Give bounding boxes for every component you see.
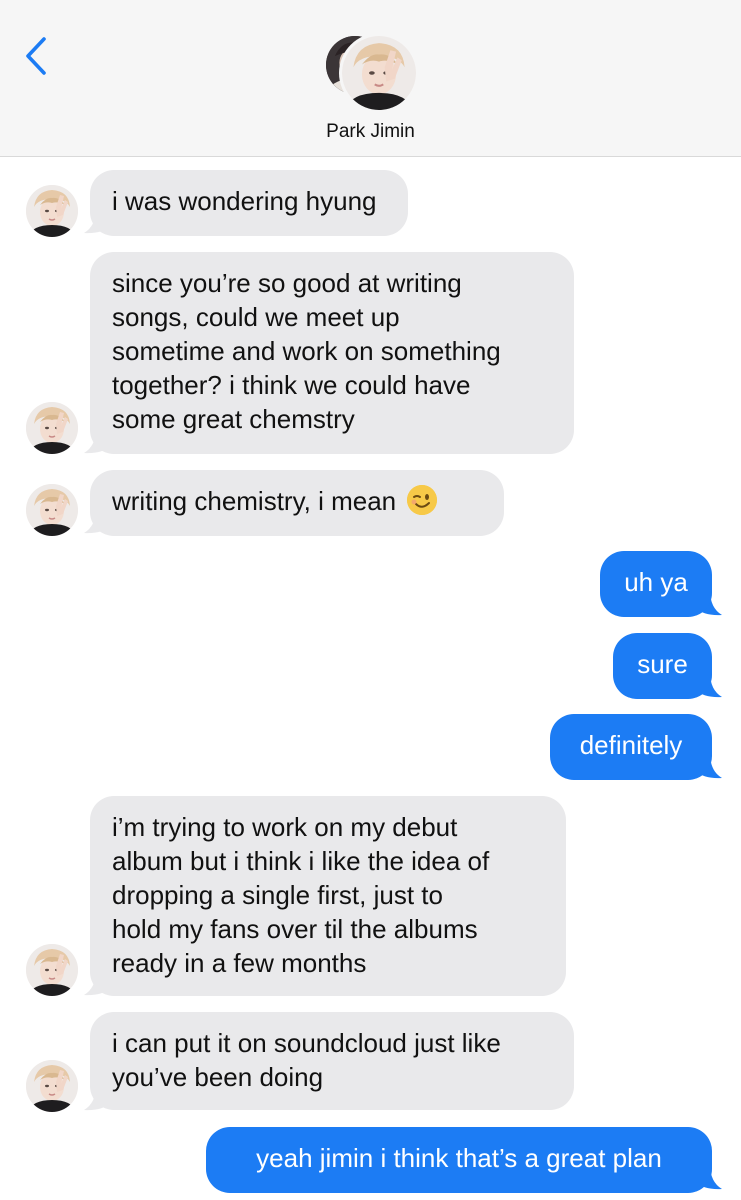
message-bubble-outgoing[interactable]: yeah jimin i think that’s a great plan <box>206 1127 712 1193</box>
person-photo-icon <box>26 402 78 454</box>
message-bubble-incoming[interactable]: since you’re so good at writing songs, c… <box>90 252 574 454</box>
message-text: writing chemistry, i mean <box>112 486 397 516</box>
person-photo-icon <box>26 484 78 536</box>
sender-avatar <box>26 402 78 454</box>
person-photo-icon <box>342 36 416 110</box>
contact-avatar <box>342 36 416 110</box>
contact-name[interactable]: Park Jimin <box>0 121 741 143</box>
person-photo-icon <box>26 185 78 237</box>
message-bubble-incoming[interactable]: i can put it on soundcloud just like you… <box>90 1012 574 1110</box>
sender-avatar <box>26 484 78 536</box>
message-bubble-incoming[interactable]: writing chemistry, i mean <box>90 470 504 536</box>
chevron-left-icon <box>26 37 46 75</box>
person-photo-icon <box>26 944 78 996</box>
back-button[interactable] <box>20 36 54 76</box>
winking-face-emoji-icon <box>407 485 438 515</box>
message-bubble-outgoing[interactable]: uh ya <box>600 551 712 617</box>
person-photo-icon <box>26 1060 78 1112</box>
sender-avatar <box>26 185 78 237</box>
sender-avatar <box>26 1060 78 1112</box>
message-bubble-outgoing[interactable]: definitely <box>550 714 712 780</box>
message-bubble-incoming[interactable]: i’m trying to work on my debut album but… <box>90 796 566 996</box>
sender-avatar <box>26 944 78 996</box>
conversation-header: Park Jimin <box>0 0 741 157</box>
message-bubble-incoming[interactable]: i was wondering hyung <box>90 170 408 236</box>
message-bubble-outgoing[interactable]: sure <box>613 633 712 699</box>
contact-avatar-group[interactable] <box>326 36 418 112</box>
